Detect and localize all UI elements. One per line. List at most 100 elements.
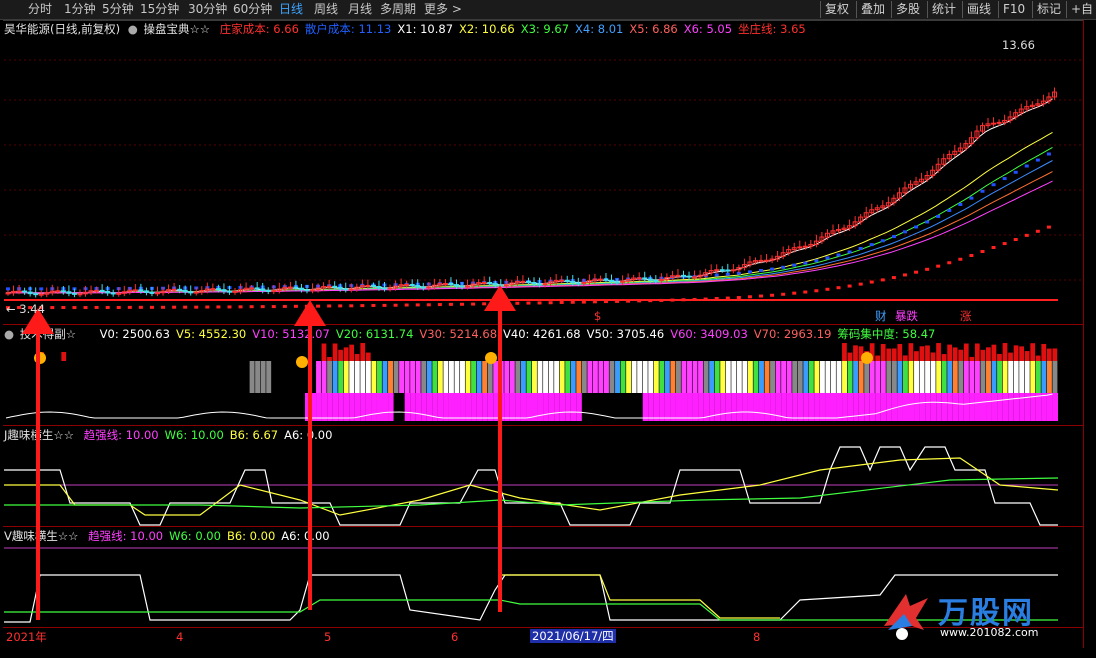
chip-block [421, 361, 427, 393]
dealer-cost-dot [770, 293, 775, 297]
candle-body [177, 288, 183, 291]
chip-base [902, 393, 909, 421]
chip-base [410, 393, 416, 421]
chip-block [255, 361, 261, 393]
chip-block [487, 361, 493, 393]
chip-base [576, 393, 582, 421]
dealer-cost-dot [670, 298, 675, 302]
retail-cost-dot [747, 270, 752, 274]
candle-body [149, 291, 155, 294]
chip-base [1013, 393, 1020, 421]
chip-base [941, 393, 948, 421]
candle-body [55, 290, 61, 293]
chip-block [388, 361, 393, 393]
chip-block [443, 361, 449, 393]
dealer-cost-dot [83, 306, 88, 310]
volume-bar [936, 343, 941, 361]
chip-base [720, 393, 726, 421]
chip-block [792, 361, 798, 393]
chip-block [592, 361, 598, 393]
candle-body [249, 287, 255, 290]
chip-base [808, 393, 815, 421]
candle-body [382, 287, 388, 290]
chip-block [376, 361, 382, 393]
chip-block [958, 361, 964, 393]
candle-body [60, 290, 66, 293]
chip-block [653, 361, 659, 393]
chip-base [570, 393, 577, 421]
volume-bar [908, 343, 914, 361]
chip-block [974, 361, 980, 393]
chip-base [786, 393, 793, 421]
volume-bar [349, 344, 355, 361]
chip-base [792, 393, 798, 421]
chip-base [864, 393, 870, 421]
chip-block [626, 361, 632, 393]
candle-body [271, 290, 277, 293]
signal-arrow-3-head [484, 285, 516, 311]
chip-block [260, 361, 266, 393]
chip-block [554, 361, 560, 393]
candle-body [642, 277, 648, 280]
chip-block [703, 361, 709, 393]
chip-block [526, 361, 532, 393]
chip-block [504, 361, 510, 393]
chip-base [504, 393, 510, 421]
chip-base [471, 393, 477, 421]
signal-arrow-2-head [294, 300, 326, 326]
retail-cost-dot [847, 250, 852, 254]
chip-base [687, 393, 693, 421]
candle-body [293, 286, 299, 289]
chip-block [847, 361, 853, 393]
chip-block [675, 361, 681, 393]
chip-base [759, 393, 765, 421]
candle-body [193, 291, 199, 294]
volume-bar [914, 351, 919, 361]
dealer-cost-dot [626, 299, 631, 303]
chip-base [698, 393, 704, 421]
chip-block [770, 361, 776, 393]
candle-body [326, 285, 332, 288]
chip-base [642, 393, 649, 421]
signal-marker-zhang: 涨 [960, 309, 972, 323]
ma-line-0 [5, 98, 1053, 295]
cursor-date-label: 2021/06/17/四 [530, 629, 616, 643]
stock-chart[interactable] [0, 0, 1096, 658]
chip-block [659, 361, 665, 393]
retail-cost-dot [814, 259, 819, 263]
candle-body [420, 286, 426, 289]
volume-bar [321, 343, 327, 361]
candle-body [487, 281, 493, 285]
dealer-cost-dot [327, 304, 332, 308]
dealer-cost-dot [205, 305, 210, 309]
chip-block [764, 361, 770, 393]
retail-cost-dot [980, 189, 985, 193]
dealer-cost-dot [116, 305, 121, 309]
volume-bar [1046, 348, 1052, 361]
candle-body [686, 275, 692, 278]
dealer-cost-dot [637, 299, 642, 303]
chip-base [664, 393, 671, 421]
candle-body [409, 283, 415, 287]
chip-base [1046, 393, 1053, 421]
dealer-cost-dot [847, 284, 852, 288]
chip-block [925, 361, 931, 393]
dealer-cost-dot [371, 303, 376, 307]
retail-cost-dot [39, 287, 44, 291]
chip-block [742, 361, 748, 393]
chip-base [537, 393, 544, 421]
chip-block [1008, 361, 1014, 393]
dealer-cost-dot [747, 295, 752, 299]
volume-bar [880, 343, 886, 361]
chip-base [332, 393, 339, 421]
candle-body [647, 278, 653, 281]
dealer-cost-dot [404, 303, 409, 307]
retail-cost-dot [714, 273, 719, 277]
retail-cost-dot [991, 183, 996, 187]
chip-block [570, 361, 576, 393]
retail-cost-dot [969, 196, 974, 200]
volume-bar [930, 352, 936, 361]
dealer-cost-dot [947, 261, 952, 265]
chip-base [980, 393, 987, 421]
dealer-cost-dot [902, 273, 907, 277]
